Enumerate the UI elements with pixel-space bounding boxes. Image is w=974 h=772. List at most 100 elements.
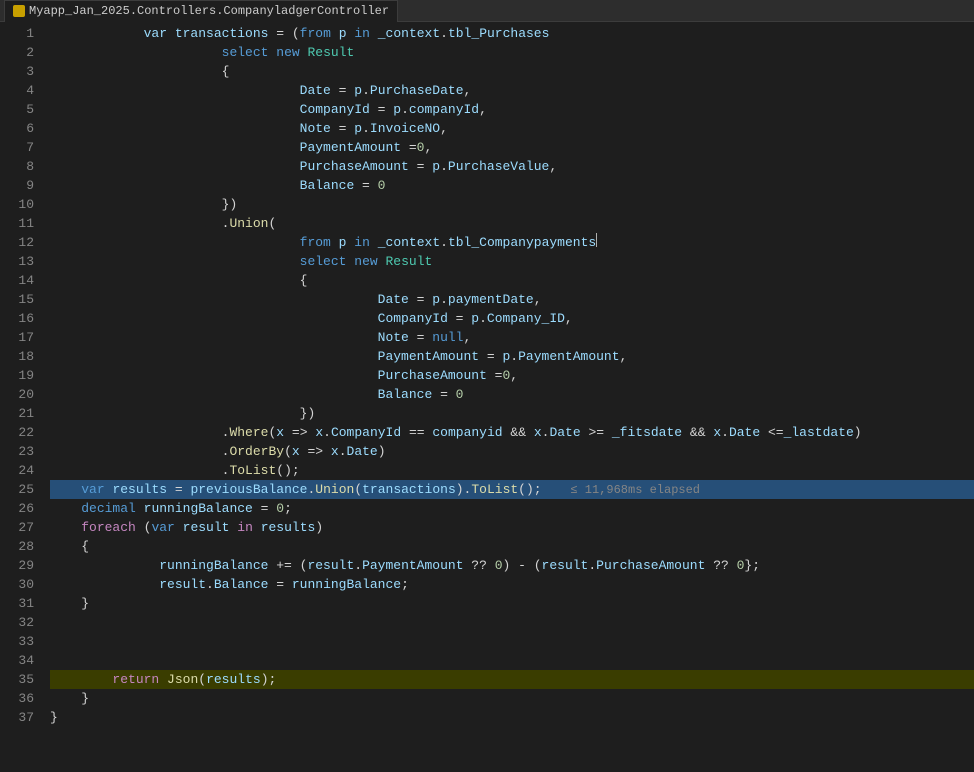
token: => (300, 444, 331, 459)
line-number: 26 (0, 499, 34, 518)
line-number: 17 (0, 328, 34, 347)
line-number: 31 (0, 594, 34, 613)
line-number: 1 (0, 24, 34, 43)
token: PurchaseAmount (300, 159, 409, 174)
code-line: Date = p.paymentDate, (50, 290, 974, 309)
token: return (112, 672, 159, 687)
token: Json (167, 672, 198, 687)
token: = (268, 577, 291, 592)
token: Result (385, 254, 432, 269)
token: PurchaseDate (370, 83, 464, 98)
line-number: 24 (0, 461, 34, 480)
token: ?? (464, 558, 495, 573)
token: ( (136, 520, 152, 535)
line-number: 14 (0, 271, 34, 290)
token: Note (300, 121, 331, 136)
token: _context (378, 235, 440, 250)
token: _context (378, 26, 440, 41)
token: , (479, 102, 487, 117)
line-number: 21 (0, 404, 34, 423)
token: . (362, 121, 370, 136)
token: }) (300, 406, 316, 421)
code-line: .Union( (50, 214, 974, 233)
token: Note (378, 330, 409, 345)
token: 0 (495, 558, 503, 573)
token: }; (744, 558, 760, 573)
tab-item[interactable]: Myapp_Jan_2025.Controllers.Companyladger… (4, 0, 398, 22)
token: p (339, 26, 347, 41)
code-line: } (50, 708, 974, 727)
token: { (81, 539, 89, 554)
token: in (354, 235, 370, 250)
token: <= (760, 425, 783, 440)
line-number: 11 (0, 214, 34, 233)
line-number: 4 (0, 81, 34, 100)
token: >= (581, 425, 612, 440)
token: = (409, 159, 432, 174)
token: (); (518, 482, 541, 497)
code-line: { (50, 62, 974, 81)
line-number: 5 (0, 100, 34, 119)
code-line: CompanyId = p.Company_ID, (50, 309, 974, 328)
token: x (276, 425, 284, 440)
token: . (354, 558, 362, 573)
token: = (432, 387, 455, 402)
token: tbl_Companypayments (448, 235, 596, 250)
token: = (409, 292, 432, 307)
token: ) (854, 425, 862, 440)
token (253, 520, 261, 535)
token: tbl_Purchases (448, 26, 549, 41)
editor-content[interactable]: var transactions = (from p in _context.t… (42, 22, 974, 772)
line-number: 22 (0, 423, 34, 442)
code-line: Balance = 0 (50, 176, 974, 195)
token: Date (300, 83, 331, 98)
line-number: 8 (0, 157, 34, 176)
token: } (81, 596, 89, 611)
token (370, 26, 378, 41)
token: results (261, 520, 316, 535)
token: p (393, 102, 401, 117)
token: ; (401, 577, 409, 592)
token: . (440, 26, 448, 41)
elapsed-time: ≤ 11,968ms elapsed (542, 483, 700, 497)
token: p (471, 311, 479, 326)
token: . (362, 83, 370, 98)
token: in (354, 26, 370, 41)
token (175, 520, 183, 535)
token: (); (276, 463, 299, 478)
code-line: } (50, 689, 974, 708)
token: OrderBy (229, 444, 284, 459)
token: ) (315, 520, 323, 535)
token: , (534, 292, 542, 307)
line-number: 20 (0, 385, 34, 404)
token: Balance (300, 178, 355, 193)
token: ( (284, 444, 292, 459)
line-number: 15 (0, 290, 34, 309)
token: = (331, 121, 354, 136)
code-line: var transactions = (from p in _context.t… (50, 24, 974, 43)
token: CompanyId (300, 102, 370, 117)
line-number: 29 (0, 556, 34, 575)
token: Date (347, 444, 378, 459)
token: . (588, 558, 596, 573)
token: += ( (268, 558, 307, 573)
token: . (479, 311, 487, 326)
token: , (549, 159, 557, 174)
token: x (534, 425, 542, 440)
token: , (440, 121, 448, 136)
line-number: 37 (0, 708, 34, 727)
token: 0 (276, 501, 284, 516)
token: && (682, 425, 713, 440)
token: PaymentAmount (518, 349, 619, 364)
code-line: result.Balance = runningBalance; (50, 575, 974, 594)
token: PaymentAmount (362, 558, 463, 573)
token: null (432, 330, 463, 345)
token: transactions (362, 482, 456, 497)
token: = ( (268, 26, 299, 41)
token: PurchaseAmount (596, 558, 705, 573)
token: => (284, 425, 315, 440)
token: . (206, 577, 214, 592)
token: x (713, 425, 721, 440)
code-line: .ToList(); (50, 461, 974, 480)
token: 0 (456, 387, 464, 402)
